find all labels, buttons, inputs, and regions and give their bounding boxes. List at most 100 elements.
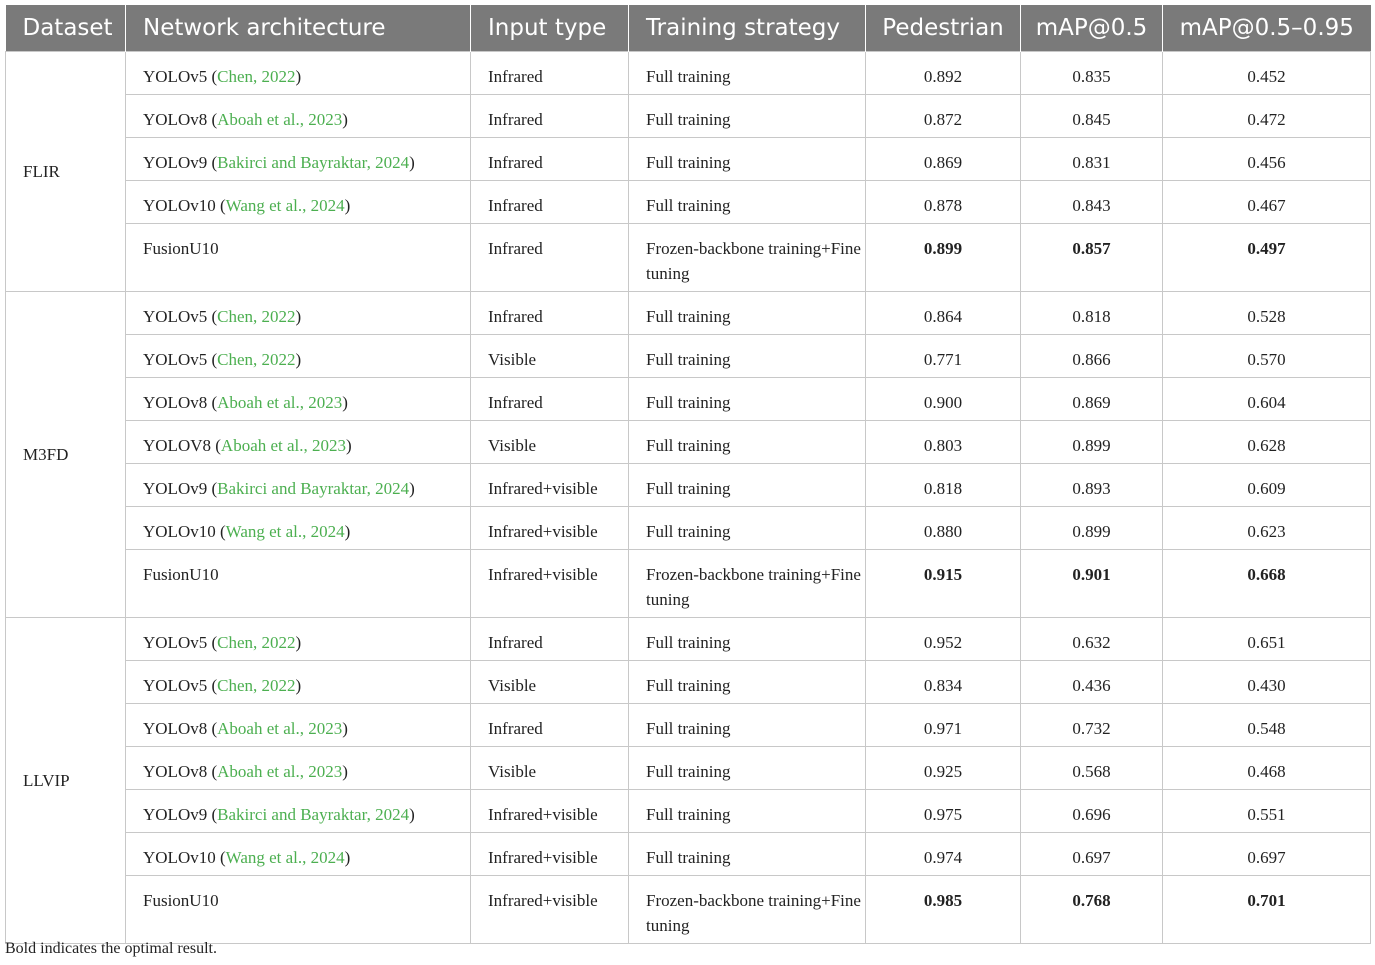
map50-cell: 0.831 [1020, 137, 1163, 181]
network-architecture-cell: YOLOv5 (Chen, 2022) [125, 51, 471, 95]
table-body: FLIR YOLOv5 (Chen, 2022) Infrared Full trai… [5, 51, 1371, 944]
citation-link[interactable]: Bakirci and Bayraktar, 2024 [217, 153, 409, 172]
network-architecture-cell: YOLOv8 (Aboah et al., 2023) [125, 746, 471, 790]
citation-link[interactable]: Chen, 2022 [217, 307, 295, 326]
citation-link[interactable]: Aboah et al., 2023 [217, 393, 342, 412]
table-row: FusionU10 Infrared+visible Frozen-backbone… [6, 875, 1371, 944]
map50-cell: 0.899 [1020, 506, 1163, 550]
map50-95-cell: 0.456 [1162, 137, 1371, 181]
network-architecture-cell: YOLOv9 (Bakirci and Bayraktar, 2024) [125, 137, 471, 181]
map50-95-cell: 0.668 [1162, 549, 1371, 618]
pedestrian-cell: 0.878 [865, 180, 1021, 224]
map50-cell: 0.866 [1020, 334, 1163, 378]
pedestrian-cell: 0.872 [865, 94, 1021, 138]
map50-95-cell: 0.570 [1162, 334, 1371, 378]
header-input-type: Input type [470, 5, 629, 52]
training-strategy-cell: Full training [628, 180, 866, 224]
model-name: YOLOv5 [143, 67, 208, 86]
header-map50-95: mAP@0.5–0.95 [1162, 5, 1371, 52]
citation-link[interactable]: Aboah et al., 2023 [221, 436, 346, 455]
training-strategy-cell: Full training [628, 420, 866, 464]
table-row: YOLOv9 (Bakirci and Bayraktar, 2024) Infr… [6, 463, 1371, 507]
model-name: YOLOV8 [143, 436, 211, 455]
citation-link[interactable]: Wang et al., 2024 [226, 196, 345, 215]
training-strategy-cell: Full training [628, 789, 866, 833]
table-row: YOLOv8 (Aboah et al., 2023) Infrared Full … [6, 94, 1371, 138]
pedestrian-cell: 0.818 [865, 463, 1021, 507]
table-row: FusionU10 Infrared+visible Frozen-backbone… [6, 549, 1371, 618]
map50-95-cell: 0.651 [1162, 617, 1371, 661]
network-architecture-cell: FusionU10 [125, 875, 471, 944]
network-architecture-cell: YOLOv8 (Aboah et al., 2023) [125, 703, 471, 747]
training-strategy-cell: Full training [628, 291, 866, 335]
map50-95-cell: 0.452 [1162, 51, 1371, 95]
citation-link[interactable]: Bakirci and Bayraktar, 2024 [217, 479, 409, 498]
training-strategy-cell: Full training [628, 703, 866, 747]
table-row: YOLOv8 (Aboah et al., 2023) Infrared Full … [6, 703, 1371, 747]
map50-95-cell: 0.430 [1162, 660, 1371, 704]
results-table: Dataset Network architecture Input type … [5, 5, 1371, 944]
table-row: YOLOv5 (Chen, 2022) Visible Full training 0… [6, 334, 1371, 378]
input-type-cell: Visible [470, 660, 629, 704]
network-architecture-cell: YOLOv5 (Chen, 2022) [125, 617, 471, 661]
training-strategy-cell: Full training [628, 746, 866, 790]
input-type-cell: Infrared [470, 291, 629, 335]
input-type-cell: Infrared [470, 377, 629, 421]
network-architecture-cell: FusionU10 [125, 549, 471, 618]
map50-95-cell: 0.497 [1162, 223, 1371, 292]
map50-cell: 0.835 [1020, 51, 1163, 95]
table-row: YOLOv10 (Wang et al., 2024) Infrared Full … [6, 180, 1371, 224]
training-strategy-cell: Full training [628, 334, 866, 378]
citation-link[interactable]: Chen, 2022 [217, 633, 295, 652]
training-strategy-cell: Full training [628, 94, 866, 138]
map50-cell: 0.893 [1020, 463, 1163, 507]
map50-cell: 0.768 [1020, 875, 1163, 944]
citation-link[interactable]: Aboah et al., 2023 [217, 762, 342, 781]
citation-link[interactable]: Aboah et al., 2023 [217, 719, 342, 738]
input-type-cell: Infrared+visible [470, 832, 629, 876]
pedestrian-cell: 0.985 [865, 875, 1021, 944]
table-row: FLIR YOLOv5 (Chen, 2022) Infrared Full trai… [5, 51, 1371, 292]
map50-95-cell: 0.623 [1162, 506, 1371, 550]
table-row: FusionU10 Infrared Frozen-backbone trainin… [6, 223, 1371, 292]
pedestrian-cell: 0.975 [865, 789, 1021, 833]
training-strategy-cell: Frozen-backbone training+Fine tuning [628, 875, 866, 944]
table-row: YOLOv9 (Bakirci and Bayraktar, 2024) Infr… [6, 137, 1371, 181]
network-architecture-cell: YOLOv10 (Wang et al., 2024) [125, 506, 471, 550]
model-name: FusionU10 [143, 239, 219, 258]
citation-link[interactable]: Wang et al., 2024 [226, 848, 345, 867]
table-row: YOLOv8 (Aboah et al., 2023) Visible Full t… [6, 746, 1371, 790]
model-name: YOLOv8 [143, 110, 208, 129]
input-type-cell: Infrared [470, 703, 629, 747]
model-name: FusionU10 [143, 565, 219, 584]
training-strategy-cell: Frozen-backbone training+Fine tuning [628, 549, 866, 618]
citation-link[interactable]: Aboah et al., 2023 [217, 110, 342, 129]
table-row: LLVIP YOLOv5 (Chen, 2022) Infrared Full tra… [5, 617, 1371, 944]
pedestrian-cell: 0.925 [865, 746, 1021, 790]
header-pedestrian: Pedestrian [865, 5, 1021, 52]
citation-link[interactable]: Wang et al., 2024 [226, 522, 345, 541]
map50-cell: 0.857 [1020, 223, 1163, 292]
model-name: YOLOv8 [143, 762, 208, 781]
model-name: YOLOv9 [143, 479, 208, 498]
network-architecture-cell: YOLOv5 (Chen, 2022) [125, 660, 471, 704]
map50-cell: 0.899 [1020, 420, 1163, 464]
network-architecture-cell: YOLOv9 (Bakirci and Bayraktar, 2024) [125, 463, 471, 507]
network-architecture-cell: YOLOv9 (Bakirci and Bayraktar, 2024) [125, 789, 471, 833]
header-dataset: Dataset [5, 5, 126, 52]
input-type-cell: Infrared [470, 617, 629, 661]
citation-link[interactable]: Chen, 2022 [217, 67, 295, 86]
map50-95-cell: 0.472 [1162, 94, 1371, 138]
citation-link[interactable]: Chen, 2022 [217, 676, 295, 695]
model-name: YOLOv5 [143, 676, 208, 695]
map50-cell: 0.843 [1020, 180, 1163, 224]
citation-link[interactable]: Bakirci and Bayraktar, 2024 [217, 805, 409, 824]
dataset-cell: M3FD [5, 291, 126, 618]
input-type-cell: Infrared [470, 137, 629, 181]
input-type-cell: Infrared+visible [470, 875, 629, 944]
citation-link[interactable]: Chen, 2022 [217, 350, 295, 369]
model-name: YOLOv8 [143, 719, 208, 738]
pedestrian-cell: 0.803 [865, 420, 1021, 464]
pedestrian-cell: 0.952 [865, 617, 1021, 661]
map50-95-cell: 0.551 [1162, 789, 1371, 833]
